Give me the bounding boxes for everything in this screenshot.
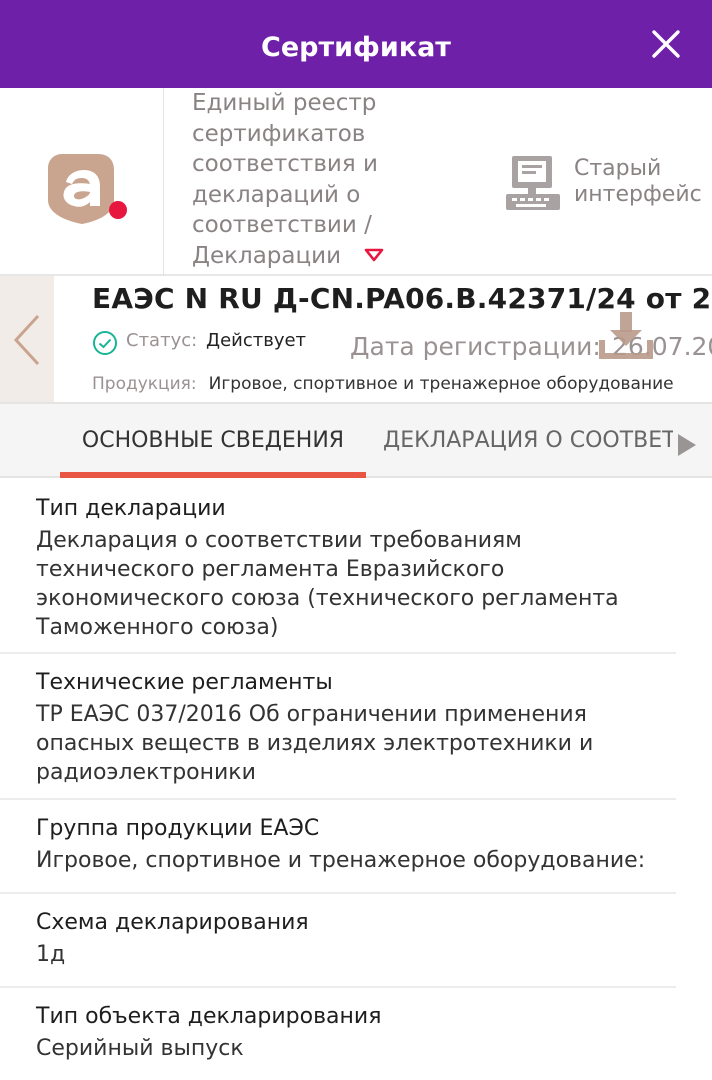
info-label: Технические регламенты <box>36 670 333 695</box>
close-icon[interactable] <box>648 26 684 62</box>
tab-declaration[interactable]: ДЕКЛАРАЦИЯ О СООТВЕТСТВИИ <box>383 404 673 476</box>
info-value: 1д <box>36 942 66 967</box>
status-label: Статус: <box>126 330 198 351</box>
tab-label: ДЕКЛАРАЦИЯ О СООТВЕТСТВИИ <box>383 428 673 453</box>
download-icon[interactable] <box>598 312 654 360</box>
chevron-right-icon[interactable] <box>676 432 698 458</box>
info-value: Декларация о соответствии требованиям те… <box>36 528 619 640</box>
page-title: Сертификат <box>261 32 451 63</box>
info-item-declaration-type: Тип декларации Декларация о соответствии… <box>0 480 676 654</box>
triangle-down-icon[interactable] <box>364 248 384 262</box>
product-label: Продукция: <box>92 374 197 394</box>
product-row: Продукция: Игровое, спортивное и тренажер… <box>92 374 674 394</box>
info-value: Игровое, спортивное и тренажерное оборуд… <box>36 848 646 873</box>
certificate-summary: ЕАЭС N RU Д-CN.PA06.B.42371/24 от 26.07 … <box>0 276 712 404</box>
tab-active-indicator <box>60 472 366 478</box>
info-item-technical-regulations: Технические регламенты ТР ЕАЭС 037/2016 … <box>0 654 676 800</box>
info-label: Схема декларирования <box>36 910 309 935</box>
old-interface-label: Старый интерфейс <box>574 156 702 207</box>
info-label: Группа продукции ЕАЭС <box>36 816 320 841</box>
info-item-product-group: Группа продукции ЕАЭС Игровое, спортивно… <box>0 800 676 894</box>
back-button[interactable] <box>0 276 54 402</box>
info-label: Тип декларации <box>36 496 226 521</box>
info-value: Серийный выпуск <box>36 1036 244 1061</box>
info-value: ТР ЕАЭС 037/2016 Об ограничении применен… <box>36 702 594 785</box>
registry-title: Единый реестр сертификатов соответствия … <box>192 90 378 269</box>
registry-header: Единый реестр сертификатов соответствия … <box>0 88 712 276</box>
registration-date-label: Дата регистрации: <box>350 332 601 361</box>
tab-main-info[interactable]: ОСНОВНЫЕ СВЕДЕНИЯ <box>60 404 366 478</box>
tab-label: ОСНОВНЫЕ СВЕДЕНИЯ <box>81 428 345 453</box>
check-circle-icon <box>93 331 117 355</box>
registry-selector[interactable]: Единый реестр сертификатов соответствия … <box>192 88 442 271</box>
tab-bar: ОСНОВНЫЕ СВЕДЕНИЯ ДЕКЛАРАЦИЯ О СООТВЕТСТ… <box>0 404 712 478</box>
header-divider <box>163 88 164 276</box>
certificate-number: ЕАЭС N RU Д-CN.PA06.B.42371/24 от 26.07 <box>92 282 712 315</box>
product-value: Игровое, спортивное и тренажерное оборуд… <box>208 374 674 394</box>
info-item-object-type: Тип объекта декларирования Серийный выпу… <box>0 988 676 1080</box>
computer-icon <box>506 156 560 210</box>
chevron-left-icon <box>13 314 40 366</box>
top-bar: Сертификат <box>0 0 712 88</box>
info-item-declaration-scheme: Схема декларирования 1д <box>0 894 676 988</box>
accreditation-logo-icon[interactable] <box>44 148 134 228</box>
old-interface-button[interactable]: Старый интерфейс <box>504 152 712 212</box>
info-label: Тип объекта декларирования <box>36 1004 382 1029</box>
status-badge: Действует <box>206 330 307 351</box>
